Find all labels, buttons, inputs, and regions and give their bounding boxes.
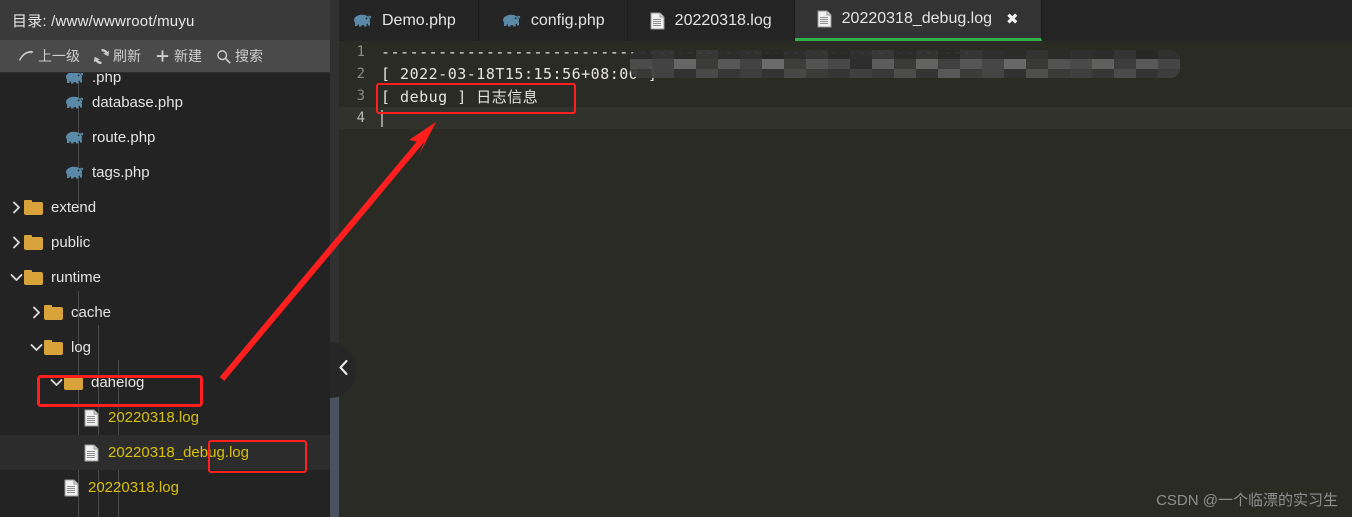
editor-tab-demo-php[interactable]: Demo.php: [330, 0, 479, 41]
tree-item-20220318-log[interactable]: 20220318.log: [0, 470, 330, 505]
tree-item-label: 20220318_debug.log: [108, 444, 249, 461]
toolbar-button-search[interactable]: 搜索: [216, 46, 263, 66]
editor-tab-label: config.php: [530, 11, 605, 29]
tree-item-label: .php: [92, 73, 122, 85]
plus-icon: [155, 49, 170, 64]
chevron-right-icon[interactable]: [8, 200, 24, 216]
tree-item-database-php[interactable]: database.php: [0, 85, 330, 120]
php-icon: [352, 13, 372, 28]
file-toolbar: 上一级 刷新 新建 搜索: [0, 40, 330, 73]
tree-item-label: extend: [51, 199, 97, 216]
chevron-right-icon[interactable]: [28, 305, 44, 321]
editor-tab-label: Demo.php: [382, 11, 456, 29]
folder-icon: [44, 305, 63, 320]
tree-item-label: public: [51, 234, 91, 251]
tree-item-label: 20220318.log: [108, 409, 199, 426]
editor-panel: Demo.php config.php 20220318.log 20220318_d…: [330, 0, 1352, 517]
document-file-icon: [64, 479, 79, 497]
toolbar-button-refresh[interactable]: 刷新: [94, 46, 141, 66]
editor-tab-20220318-log[interactable]: 20220318.log: [627, 0, 795, 41]
tree-item-label: route.php: [92, 129, 156, 146]
editor-tab-bar: Demo.php config.php 20220318.log 20220318_d…: [330, 0, 1352, 41]
document-file-icon: [84, 444, 99, 462]
folder-icon: [64, 375, 83, 390]
file-manager-window: 目录: /www/wwwroot/muyu 上一级 刷新 新建 搜索 .php …: [0, 0, 1352, 517]
tree-item-log[interactable]: log: [0, 330, 330, 365]
csdn-watermark: CSDN @一个临漂的实习生: [1156, 492, 1338, 509]
redaction-mosaic: [630, 50, 1180, 78]
up-arrow-icon: [18, 49, 34, 63]
text-caret: [381, 110, 383, 127]
directory-path-label: 目录: /www/wwwroot/muyu: [12, 12, 195, 30]
folder-icon: [24, 235, 43, 250]
folder-icon: [44, 340, 63, 355]
tree-item-route-php[interactable]: route.php: [0, 120, 330, 155]
php-file-icon: [64, 95, 84, 111]
folder-icon: [24, 200, 43, 215]
chevron-left-icon: [337, 359, 350, 381]
tree-item-label: database.php: [92, 94, 183, 111]
tree-item-label: runtime: [51, 269, 102, 286]
editor-tab-label: 20220318.log: [674, 11, 772, 29]
tree-item-tags-php[interactable]: tags.php: [0, 155, 330, 190]
tree-item-label: dahelog: [91, 374, 145, 391]
close-icon[interactable]: ✖: [1006, 10, 1019, 28]
document-icon: [650, 12, 665, 30]
toolbar-button-new[interactable]: 新建: [155, 46, 202, 66]
editor-tab-20220318-debug-log[interactable]: 20220318_debug.log ✖: [794, 0, 1042, 41]
toolbar-button-up-label: 上一级: [38, 48, 80, 64]
code-line-text: [376, 109, 383, 127]
editor-tab-config-php[interactable]: config.php: [478, 0, 628, 41]
search-icon: [216, 49, 231, 64]
toolbar-button-new-label: 新建: [174, 48, 202, 64]
tree-item-cache[interactable]: cache: [0, 295, 330, 330]
chevron-down-icon[interactable]: [48, 375, 64, 391]
tree-item-label: 20220318.log: [88, 479, 179, 496]
folder-icon: [24, 270, 43, 285]
code-line: 3[ debug ] 日志信息: [330, 85, 1352, 107]
file-tree: .php database.php route.php tags.php extend p…: [0, 73, 330, 517]
editor-tab-label: 20220318_debug.log: [841, 10, 993, 27]
chevron-down-icon[interactable]: [8, 270, 24, 286]
refresh-icon: [94, 48, 109, 64]
file-browser-panel: 目录: /www/wwwroot/muyu 上一级 刷新 新建 搜索 .php …: [0, 0, 330, 517]
tree-item-runtime[interactable]: runtime: [0, 260, 330, 295]
tree-item-label: log: [71, 339, 92, 356]
tree-item-label: tags.php: [92, 164, 150, 181]
toolbar-button-up[interactable]: 上一级: [18, 46, 80, 66]
toolbar-button-search-label: 搜索: [235, 48, 263, 64]
chevron-right-icon[interactable]: [8, 235, 24, 251]
toolbar-button-refresh-label: 刷新: [113, 48, 141, 64]
tree-item-public[interactable]: public: [0, 225, 330, 260]
code-editor[interactable]: 1---------------------------------------…: [330, 41, 1352, 517]
chevron-down-icon[interactable]: [28, 340, 44, 356]
php-icon: [501, 13, 521, 28]
document-icon: [817, 10, 832, 28]
code-line-text: [ debug ] 日志信息: [381, 87, 539, 106]
tree-item-20220318-log[interactable]: 20220318.log: [0, 400, 330, 435]
code-line: 4: [330, 107, 1352, 129]
code-line-text: [ 2022-03-18T15:15:56+08:00 ]: [381, 65, 658, 83]
tree-row-container: .php database.php route.php tags.php extend p…: [0, 73, 330, 505]
php-file-icon: [64, 165, 84, 181]
tree-item--php[interactable]: .php: [0, 73, 330, 85]
php-file-icon: [64, 73, 84, 85]
tree-item-extend[interactable]: extend: [0, 190, 330, 225]
tree-item-label: cache: [71, 304, 112, 321]
tree-item-dahelog[interactable]: dahelog: [0, 365, 330, 400]
tree-item-20220318-debug-log[interactable]: 20220318_debug.log: [0, 435, 330, 470]
php-file-icon: [64, 130, 84, 146]
document-file-icon: [84, 409, 99, 427]
directory-path-header: 目录: /www/wwwroot/muyu: [0, 0, 330, 40]
